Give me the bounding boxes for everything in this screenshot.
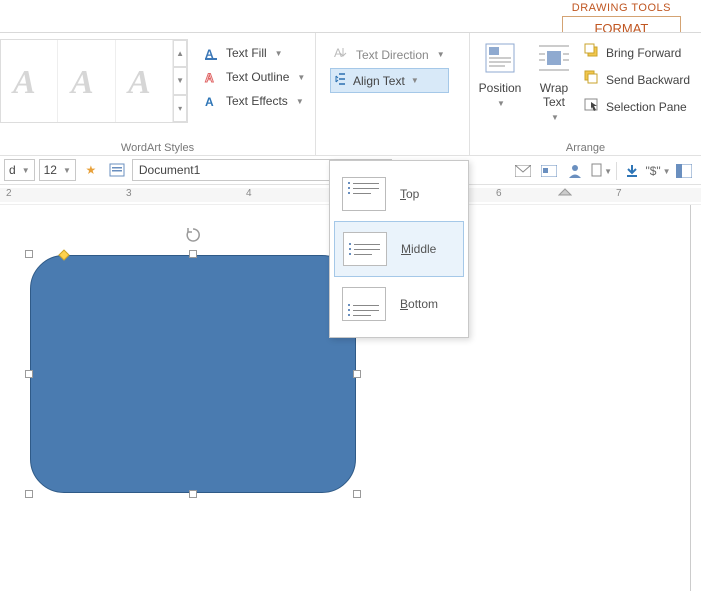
align-middle-label: Middle (401, 242, 436, 256)
position-label: Position (476, 81, 524, 95)
send-backward-button[interactable]: Send Backward (582, 66, 692, 93)
currency-format-button[interactable]: "$"▼ (647, 160, 669, 182)
align-bottom-label: Bottom (400, 297, 438, 311)
group-label-arrange: Arrange (470, 142, 701, 154)
position-icon (483, 41, 517, 75)
ruler-mark: 6 (496, 188, 502, 199)
text-fill-icon: A (204, 45, 220, 61)
position-button[interactable]: Position ▼ (476, 41, 524, 109)
context-tab-group-label: DRAWING TOOLS (562, 0, 681, 16)
resize-handle-e[interactable] (353, 370, 361, 378)
text-direction-label: Text Direction (356, 48, 429, 62)
selection-pane-button[interactable]: Selection Pane (582, 93, 692, 120)
download-icon[interactable] (621, 160, 643, 182)
properties-icon[interactable] (106, 159, 128, 181)
align-text-bottom[interactable]: Bottom (334, 277, 464, 331)
align-text-label: Align Text (353, 74, 405, 88)
selection-pane-label: Selection Pane (606, 100, 687, 114)
chevron-down-icon: ▼ (551, 113, 559, 122)
align-text-icon (335, 72, 349, 89)
align-top-icon (342, 177, 386, 211)
selection-pane-icon (584, 97, 600, 116)
align-bottom-icon (342, 287, 386, 321)
gallery-scroll-up[interactable]: ▲ (173, 40, 187, 67)
chevron-down-icon: ▼ (297, 73, 305, 82)
text-outline-icon: A (204, 69, 220, 85)
wordart-style-1[interactable]: A (1, 40, 58, 122)
align-text-menu: Top Middle Bottom (329, 160, 469, 338)
resize-handle-n[interactable] (189, 250, 197, 258)
chevron-down-icon: ▼ (275, 49, 283, 58)
align-top-label: Top (400, 187, 419, 201)
ruler-mark: 7 (616, 188, 622, 199)
font-size-selector[interactable]: 12▼ (39, 159, 76, 181)
align-text-button[interactable]: Align Text ▼ (330, 68, 449, 93)
align-text-middle[interactable]: Middle (334, 221, 464, 277)
resize-handle-se[interactable] (353, 490, 361, 498)
text-outline-label: Text Outline (226, 70, 289, 84)
wordart-style-3[interactable]: A (116, 40, 173, 122)
resize-handle-nw[interactable] (25, 250, 33, 258)
bring-forward-icon (584, 43, 600, 62)
chevron-down-icon: ▼ (411, 76, 419, 85)
text-fill-label: Text Fill (226, 46, 267, 60)
text-effects-icon: A (204, 93, 220, 109)
resize-handle-w[interactable] (25, 370, 33, 378)
text-effects-button[interactable]: A Text Effects ▼ (200, 89, 309, 113)
group-wordart-styles: A A A ▲ ▼ ▾ A Text Fill ▼ A Text Outline… (0, 33, 316, 157)
svg-text:A: A (126, 64, 151, 101)
group-arrange: Position ▼ Wrap Text ▼ Bring Forward Sen… (470, 33, 701, 157)
wordart-gallery[interactable]: A A A ▲ ▼ ▾ (0, 39, 188, 123)
svg-text:A: A (11, 64, 36, 101)
wrap-text-icon (537, 41, 571, 75)
bring-forward-button[interactable]: Bring Forward (582, 39, 692, 66)
wordart-style-2[interactable]: A (58, 40, 115, 122)
group-label-wordart: WordArt Styles (0, 142, 315, 154)
text-direction-icon: A (334, 45, 350, 64)
svg-text:A: A (205, 71, 214, 85)
gallery-scroll-down[interactable]: ▼ (173, 67, 187, 94)
send-backward-label: Send Backward (606, 73, 690, 87)
align-middle-icon (343, 232, 387, 266)
selected-shape[interactable] (30, 255, 356, 493)
right-indent-marker[interactable] (558, 187, 572, 201)
text-direction-button[interactable]: A Text Direction ▼ (330, 41, 449, 68)
send-backward-icon (584, 70, 600, 89)
layout-icon[interactable] (673, 160, 695, 182)
group-text: A Text Direction ▼ Align Text ▼ (316, 33, 470, 157)
person-icon[interactable] (564, 160, 586, 182)
chevron-down-icon: ▼ (437, 50, 445, 59)
text-fill-button[interactable]: A Text Fill ▼ (200, 41, 309, 65)
card-icon[interactable] (538, 160, 560, 182)
svg-text:A: A (205, 95, 214, 109)
page-dropdown-icon[interactable]: ▼ (590, 160, 612, 182)
text-outline-button[interactable]: A Text Outline ▼ (200, 65, 309, 89)
ruler-mark: 2 (6, 188, 12, 199)
wrap-text-label: Wrap Text (530, 81, 578, 109)
rounded-rectangle[interactable] (30, 255, 356, 493)
resize-handle-s[interactable] (189, 490, 197, 498)
ruler-mark: 4 (246, 188, 252, 199)
text-effects-label: Text Effects (226, 94, 288, 108)
svg-text:A: A (69, 64, 94, 101)
resize-handle-sw[interactable] (25, 490, 33, 498)
chevron-down-icon: ▼ (296, 97, 304, 106)
wrap-text-button[interactable]: Wrap Text ▼ (530, 41, 578, 123)
svg-text:A: A (334, 46, 342, 60)
align-text-top[interactable]: Top (334, 167, 464, 221)
favorite-icon[interactable]: ★ (80, 159, 102, 181)
bring-forward-label: Bring Forward (606, 46, 681, 60)
ruler-mark: 3 (126, 188, 132, 199)
gallery-more[interactable]: ▾ (173, 95, 187, 122)
style-selector[interactable]: d▼ (4, 159, 35, 181)
page-margin-line (690, 205, 691, 591)
mail-icon[interactable] (512, 160, 534, 182)
ribbon: A A A ▲ ▼ ▾ A Text Fill ▼ A Text Outline… (0, 32, 701, 156)
chevron-down-icon: ▼ (497, 99, 505, 108)
rotate-handle[interactable] (185, 227, 201, 246)
